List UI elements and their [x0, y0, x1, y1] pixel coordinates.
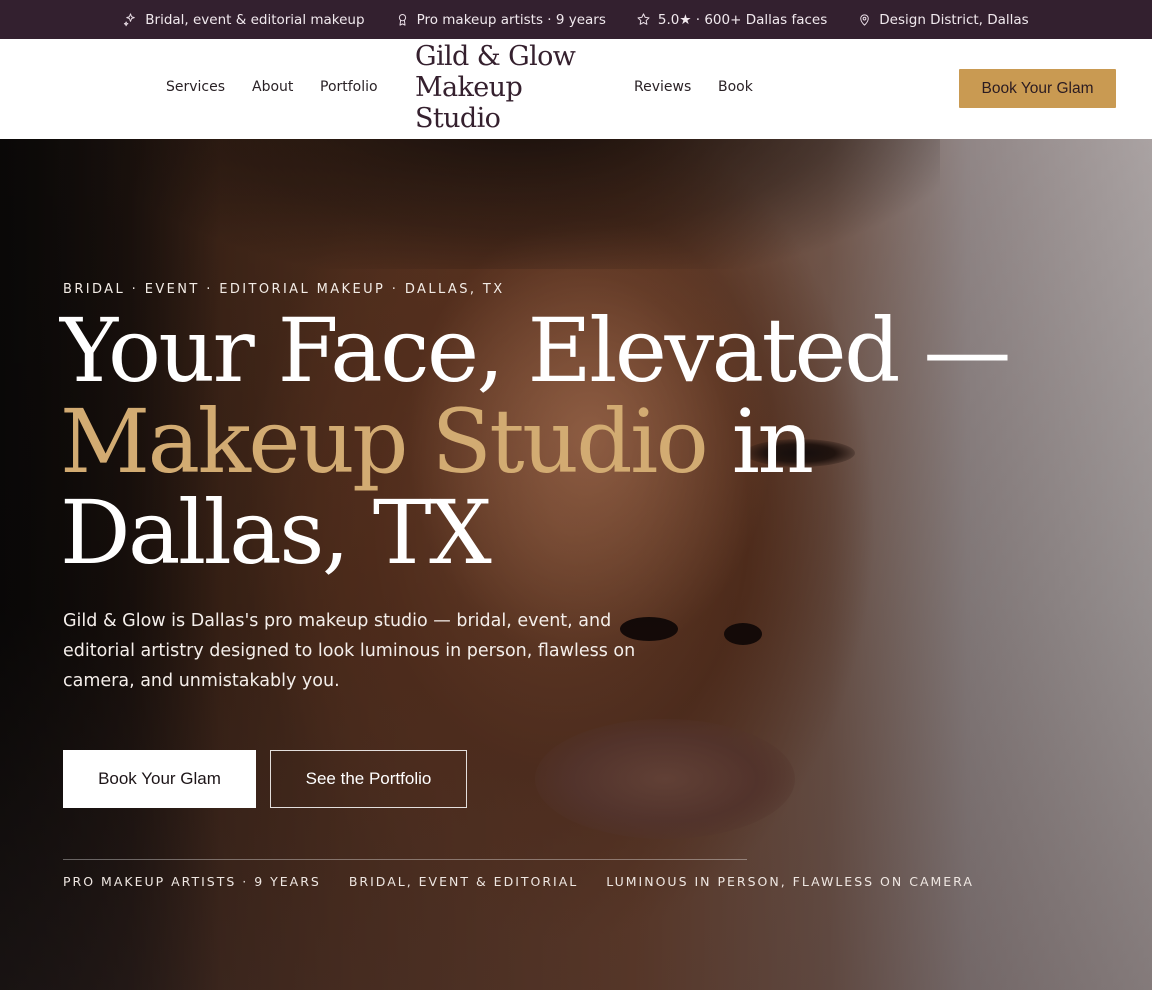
hero-stat: BRIDAL, EVENT & EDITORIAL [348, 874, 579, 889]
nav-link-portfolio[interactable]: Portfolio [320, 79, 378, 95]
hero-divider [63, 859, 747, 860]
book-your-glam-header-button[interactable]: Book Your Glam [959, 69, 1116, 108]
hero-description: Gild & Glow is Dallas's pro makeup studi… [63, 611, 636, 691]
logo[interactable]: Gild & Glow Makeup Studio [415, 41, 585, 134]
hero-section: BRIDAL · EVENT · EDITORIAL MAKEUP · DALL… [0, 139, 1152, 990]
hero-stat: LUMINOUS IN PERSON, FLAWLESS ON CAMERA [606, 874, 974, 889]
topbar-item-location: Design District, Dallas [857, 11, 1029, 28]
award-icon [398, 14, 406, 26]
hero-stat: PRO MAKEUP ARTISTS · 9 YEARS [63, 874, 321, 889]
sparkles-icon [124, 13, 136, 27]
topbar-item-label: Bridal, event & editorial makeup [145, 11, 365, 28]
nav-link-services[interactable]: Services [166, 79, 225, 95]
star-icon [637, 13, 650, 25]
book-your-glam-button[interactable]: Book Your Glam [63, 750, 256, 808]
topbar-item-rating: 5.0★ · 600+ Dallas faces [636, 12, 827, 28]
see-portfolio-button[interactable]: See the Portfolio [270, 750, 467, 808]
headline-line-3: Dallas, TX [60, 481, 492, 584]
map-pin-icon [860, 14, 870, 26]
headline-line-2: Makeup Studio in [60, 396, 1009, 487]
hero-headline: Your Face, Elevated — Makeup Studio in D… [60, 299, 1011, 584]
hero-eyebrow: BRIDAL · EVENT · EDITORIAL MAKEUP · DALL… [63, 282, 505, 297]
hero-stats: PRO MAKEUP ARTISTS · 9 YEARS BRIDAL, EVE… [63, 874, 974, 889]
topbar-item-label: Pro makeup artists · 9 years [416, 11, 606, 28]
logo-line: Studio [415, 103, 501, 134]
nav-link-about[interactable]: About [252, 79, 293, 95]
headline-line-1: Your Face, Elevated — [60, 299, 1011, 402]
topbar-item-label: 5.0★ · 600+ Dallas faces [657, 11, 828, 28]
logo-line: Gild & Glow [415, 41, 576, 72]
headline-line-2-rest: in [706, 390, 814, 493]
site-header: Services About Portfolio Gild & Glow Mak… [0, 39, 1152, 139]
topbar-item-services: Bridal, event & editorial makeup [123, 11, 365, 28]
nav-link-book[interactable]: Book [718, 79, 753, 95]
nav-link-reviews[interactable]: Reviews [634, 79, 691, 95]
topbar-item-experience: Pro makeup artists · 9 years [395, 12, 606, 28]
topbar-item-label: Design District, Dallas [879, 11, 1029, 28]
logo-line: Makeup [415, 72, 523, 103]
announcement-bar: Bridal, event & editorial makeup Pro mak… [0, 0, 1152, 39]
headline-gold-text: Makeup Studio [60, 390, 709, 493]
